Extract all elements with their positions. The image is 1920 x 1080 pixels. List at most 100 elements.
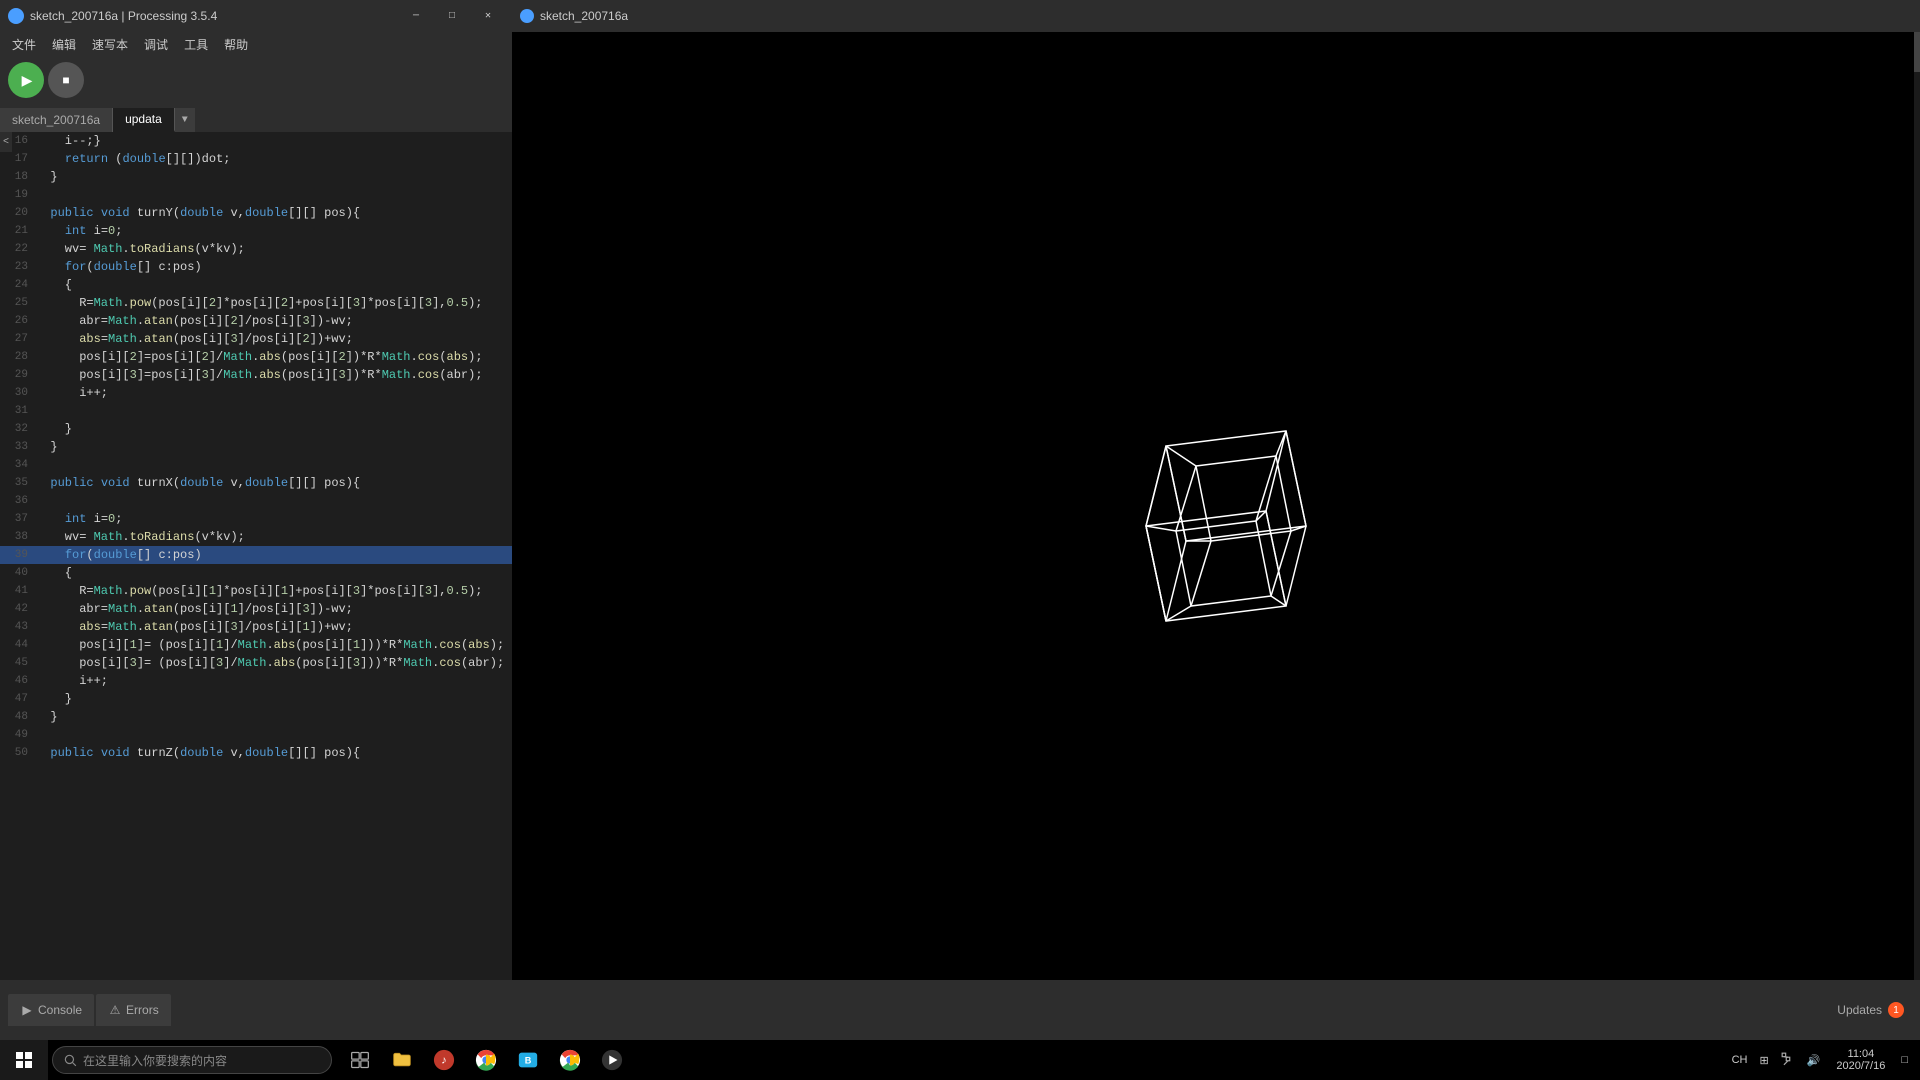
menu-tools[interactable]: 工具: [176, 34, 216, 55]
tray-volume[interactable]: 🔊: [1803, 1054, 1825, 1067]
menu-file[interactable]: 文件: [4, 34, 44, 55]
code-line-44[interactable]: 44 pos[i][1]= (pos[i][1]/Math.abs(pos[i]…: [0, 636, 512, 654]
line-code: }: [36, 710, 58, 724]
chrome-icon[interactable]: [466, 1040, 506, 1080]
run-button[interactable]: [8, 62, 44, 98]
code-line-40[interactable]: 40 {: [0, 564, 512, 582]
code-editor[interactable]: 16 i--;}17 return (double[][])dot;18 }19…: [0, 132, 512, 1020]
menu-sketch[interactable]: 速写本: [84, 34, 136, 55]
bottom-tabs: ▶ Console ⚠ Errors: [0, 980, 181, 1040]
tab-sketch[interactable]: sketch_200716a: [0, 108, 113, 132]
tab-dropdown[interactable]: ▼: [175, 108, 195, 132]
minimize-button[interactable]: ─: [400, 6, 432, 26]
tray-grid[interactable]: ⊞: [1755, 1054, 1772, 1067]
line-code: pos[i][2]=pos[i][2]/Math.abs(pos[i][2])*…: [36, 350, 483, 364]
taskbar-icons: ♪ B: [340, 1040, 632, 1080]
code-line-28[interactable]: 28 pos[i][2]=pos[i][2]/Math.abs(pos[i][2…: [0, 348, 512, 366]
line-code: }: [36, 692, 72, 706]
menu-help[interactable]: 帮助: [216, 34, 256, 55]
code-line-47[interactable]: 47 }: [0, 690, 512, 708]
code-line-27[interactable]: 27 abs=Math.atan(pos[i][3]/pos[i][2])+wv…: [0, 330, 512, 348]
code-line-21[interactable]: 21 int i=0;: [0, 222, 512, 240]
line-code: }: [36, 170, 58, 184]
bilibili-icon[interactable]: B: [508, 1040, 548, 1080]
line-code: pos[i][3]=pos[i][3]/Math.abs(pos[i][3])*…: [36, 368, 483, 382]
taskbar-search[interactable]: 在这里输入你要搜索的内容: [52, 1046, 332, 1074]
tray-network[interactable]: [1777, 1052, 1799, 1069]
code-line-32[interactable]: 32 }: [0, 420, 512, 438]
code-line-19[interactable]: 19: [0, 186, 512, 204]
line-number: 23: [0, 261, 36, 273]
start-button[interactable]: [0, 1040, 48, 1080]
line-number: 33: [0, 441, 36, 453]
line-number: 35: [0, 477, 36, 489]
code-line-20[interactable]: 20 public void turnY(double v,double[][]…: [0, 204, 512, 222]
close-button[interactable]: ✕: [472, 6, 504, 26]
file-explorer-icon[interactable]: [382, 1040, 422, 1080]
code-line-16[interactable]: 16 i--;}: [0, 132, 512, 150]
svg-text:B: B: [525, 1056, 532, 1066]
code-line-23[interactable]: 23 for(double[] c:pos): [0, 258, 512, 276]
code-line-46[interactable]: 46 i++;: [0, 672, 512, 690]
line-code: public void turnZ(double v,double[][] po…: [36, 746, 360, 760]
code-line-31[interactable]: 31: [0, 402, 512, 420]
code-line-17[interactable]: 17 return (double[][])dot;: [0, 150, 512, 168]
code-line-49[interactable]: 49: [0, 726, 512, 744]
updates-button[interactable]: Updates 1: [1821, 1002, 1920, 1018]
code-line-35[interactable]: 35 public void turnX(double v,double[][]…: [0, 474, 512, 492]
code-line-30[interactable]: 30 i++;: [0, 384, 512, 402]
preview-scrollbar[interactable]: [1914, 32, 1920, 1020]
media-player-icon[interactable]: [592, 1040, 632, 1080]
code-line-29[interactable]: 29 pos[i][3]=pos[i][3]/Math.abs(pos[i][3…: [0, 366, 512, 384]
code-line-33[interactable]: 33 }: [0, 438, 512, 456]
line-number: 24: [0, 279, 36, 291]
chrome2-icon[interactable]: [550, 1040, 590, 1080]
code-line-18[interactable]: 18 }: [0, 168, 512, 186]
line-number: 44: [0, 639, 36, 651]
code-line-38[interactable]: 38 wv= Math.toRadians(v*kv);: [0, 528, 512, 546]
line-number: 31: [0, 405, 36, 417]
menu-edit[interactable]: 编辑: [44, 34, 84, 55]
line-code: return (double[][])dot;: [36, 152, 230, 166]
code-content: 16 i--;}17 return (double[][])dot;18 }19…: [0, 132, 512, 1020]
errors-tab[interactable]: ⚠ Errors: [96, 994, 171, 1026]
tray-notification[interactable]: □: [1897, 1054, 1912, 1066]
code-line-48[interactable]: 48 }: [0, 708, 512, 726]
line-number: 26: [0, 315, 36, 327]
code-line-26[interactable]: 26 abr=Math.atan(pos[i][2]/pos[i][3])-wv…: [0, 312, 512, 330]
system-clock[interactable]: 11:04 2020/7/16: [1828, 1048, 1893, 1072]
netease-icon[interactable]: ♪: [424, 1040, 464, 1080]
code-line-41[interactable]: 41 R=Math.pow(pos[i][1]*pos[i][1]+pos[i]…: [0, 582, 512, 600]
stop-button[interactable]: [48, 62, 84, 98]
code-line-37[interactable]: 37 int i=0;: [0, 510, 512, 528]
code-line-24[interactable]: 24 {: [0, 276, 512, 294]
line-code: pos[i][1]= (pos[i][1]/Math.abs(pos[i][1]…: [36, 638, 504, 652]
maximize-button[interactable]: □: [436, 6, 468, 26]
line-code: R=Math.pow(pos[i][2]*pos[i][2]+pos[i][3]…: [36, 296, 483, 310]
tray-CH[interactable]: CH: [1728, 1054, 1752, 1066]
line-code: wv= Math.toRadians(v*kv);: [36, 242, 245, 256]
code-line-42[interactable]: 42 abr=Math.atan(pos[i][1]/pos[i][3])-wv…: [0, 600, 512, 618]
code-line-50[interactable]: 50 public void turnZ(double v,double[][]…: [0, 744, 512, 762]
left-scroll[interactable]: <: [0, 132, 12, 152]
code-line-25[interactable]: 25 R=Math.pow(pos[i][2]*pos[i][2]+pos[i]…: [0, 294, 512, 312]
code-line-34[interactable]: 34: [0, 456, 512, 474]
line-number: 20: [0, 207, 36, 219]
line-number: 25: [0, 297, 36, 309]
line-code: {: [36, 566, 72, 580]
line-code: pos[i][3]= (pos[i][3]/Math.abs(pos[i][3]…: [36, 656, 504, 670]
console-label: Console: [38, 1003, 82, 1017]
code-line-43[interactable]: 43 abs=Math.atan(pos[i][3]/pos[i][1])+wv…: [0, 618, 512, 636]
code-line-22[interactable]: 22 wv= Math.toRadians(v*kv);: [0, 240, 512, 258]
menu-debug[interactable]: 调试: [136, 34, 176, 55]
console-tab[interactable]: ▶ Console: [8, 994, 94, 1026]
tab-updata[interactable]: updata: [113, 108, 175, 132]
line-code: {: [36, 278, 72, 292]
taskview-icon[interactable]: [340, 1040, 380, 1080]
line-number: 39: [0, 549, 36, 561]
code-line-39[interactable]: 39 for(double[] c:pos): [0, 546, 512, 564]
system-tray: CH ⊞ 🔊 11:04 2020/7/16 □: [1728, 1048, 1920, 1072]
code-line-45[interactable]: 45 pos[i][3]= (pos[i][3]/Math.abs(pos[i]…: [0, 654, 512, 672]
code-line-36[interactable]: 36: [0, 492, 512, 510]
line-code: i--;}: [36, 134, 101, 148]
